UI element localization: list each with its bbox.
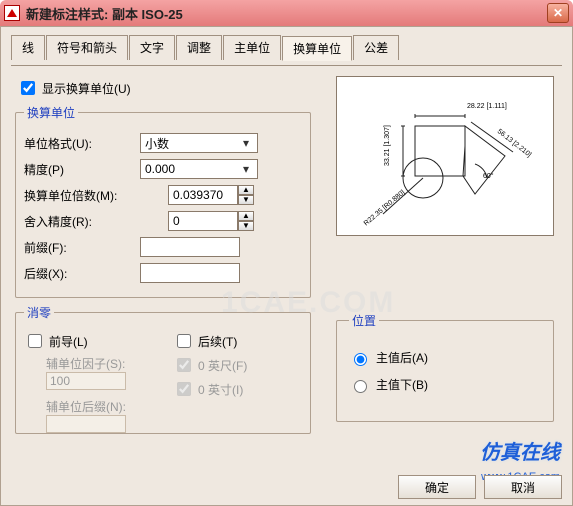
multiplier-row: 换算单位倍数(M): ▲▼	[24, 185, 302, 205]
show-alt-units-label: 显示换算单位(U)	[42, 80, 131, 97]
prefix-label: 前缀(F):	[24, 239, 134, 256]
unit-format-label: 单位格式(U):	[24, 135, 134, 152]
group-alt-units: 换算单位 单位格式(U): 小数 ▾ 精度(P) 0.000 ▾	[15, 104, 311, 298]
unit-format-row: 单位格式(U): 小数 ▾	[24, 133, 302, 153]
title: 新建标注样式: 副本 ISO-25	[26, 4, 183, 23]
subsuffix-label: 辅单位后缀(N):	[46, 398, 153, 415]
position-below-label: 主值下(B)	[376, 376, 428, 393]
footer-buttons: 确定 取消	[398, 475, 562, 499]
chevron-down-icon: ▾	[239, 162, 253, 176]
unit-format-select[interactable]: 小数 ▾	[140, 133, 258, 153]
group-alt-units-legend: 换算单位	[24, 104, 78, 121]
position-below-radio[interactable]	[354, 380, 367, 393]
subfactor-label: 辅单位因子(S):	[46, 355, 153, 372]
precision-row: 精度(P) 0.000 ▾	[24, 159, 302, 179]
inches-row: 0 英寸(I)	[173, 379, 302, 399]
multiplier-input[interactable]	[168, 185, 238, 205]
tab-text[interactable]: 文字	[129, 35, 175, 60]
inches-checkbox	[177, 382, 191, 396]
trailing-row: 后续(T)	[173, 331, 302, 351]
unit-format-value: 小数	[145, 135, 169, 152]
preview-pane: 28.22 [1.111] 33.21 [1.307] 56.13 [2.210…	[336, 76, 554, 236]
leading-checkbox[interactable]	[28, 334, 42, 348]
suffix-label: 后缀(X):	[24, 265, 134, 282]
subsuffix-row: 辅单位后缀(N):	[46, 398, 153, 433]
cancel-button[interactable]: 取消	[484, 475, 562, 499]
round-spinner[interactable]: ▲▼	[238, 211, 254, 231]
feet-checkbox	[177, 358, 191, 372]
precision-select[interactable]: 0.000 ▾	[140, 159, 258, 179]
group-position-legend: 位置	[349, 312, 379, 329]
titlebar: 新建标注样式: 副本 ISO-25 ✕	[0, 0, 573, 26]
round-row: 舍入精度(R): ▲▼	[24, 211, 302, 231]
suffix-input[interactable]	[140, 263, 240, 283]
precision-value: 0.000	[145, 162, 175, 176]
multiplier-spinner[interactable]: ▲▼	[238, 185, 254, 205]
tab-tolerance[interactable]: 公差	[353, 35, 399, 60]
subsuffix-input	[46, 415, 126, 433]
preview-left-dim: 33.21 [1.307]	[384, 125, 391, 166]
tab-fit[interactable]: 调整	[176, 35, 222, 60]
show-alt-units-checkbox[interactable]	[21, 81, 35, 95]
suffix-row: 后缀(X):	[24, 263, 302, 283]
round-input[interactable]	[168, 211, 238, 231]
leading-row: 前导(L)	[24, 331, 153, 351]
round-label: 舍入精度(R):	[24, 213, 134, 230]
prefix-input[interactable]	[140, 237, 240, 257]
preview-radius: R22.35 [R0.880]	[363, 189, 407, 226]
subfactor-row: 辅单位因子(S):	[46, 355, 153, 390]
multiplier-label: 换算单位倍数(M):	[24, 187, 134, 204]
leading-label: 前导(L)	[49, 333, 88, 350]
position-below-row: 主值下(B)	[349, 376, 541, 393]
tab-alt-units[interactable]: 换算单位	[282, 36, 352, 61]
tab-symbols[interactable]: 符号和箭头	[46, 35, 128, 60]
app-icon	[4, 5, 20, 21]
precision-label: 精度(P)	[24, 161, 134, 178]
left-column: 换算单位 单位格式(U): 小数 ▾ 精度(P) 0.000 ▾	[11, 104, 311, 434]
group-position: 位置 主值后(A) 主值下(B)	[336, 312, 554, 422]
preview-drawing: 28.22 [1.111] 33.21 [1.307] 56.13 [2.210…	[345, 86, 545, 226]
tab-lines[interactable]: 线	[11, 35, 45, 60]
ok-button[interactable]: 确定	[398, 475, 476, 499]
tab-primary-units[interactable]: 主单位	[223, 35, 281, 60]
prefix-row: 前缀(F):	[24, 237, 302, 257]
position-after-row: 主值后(A)	[349, 349, 541, 366]
feet-row: 0 英尺(F)	[173, 355, 302, 375]
position-after-label: 主值后(A)	[376, 349, 428, 366]
dialog-body: 线 符号和箭头 文字 调整 主单位 换算单位 公差 显示换算单位(U)	[0, 26, 573, 506]
watermark-logo: 仿真在线	[480, 436, 560, 465]
group-zero: 消零 前导(L) 辅单位因子(S): 辅单位后缀(N):	[15, 304, 311, 434]
trailing-label: 后续(T)	[198, 333, 237, 350]
chevron-down-icon: ▾	[239, 136, 253, 150]
preview-angle: 60°	[483, 172, 494, 180]
group-zero-legend: 消零	[24, 304, 54, 321]
close-button[interactable]: ✕	[547, 3, 569, 23]
subfactor-input	[46, 372, 126, 390]
inches-label: 0 英寸(I)	[198, 381, 243, 398]
tabs: 线 符号和箭头 文字 调整 主单位 换算单位 公差	[11, 35, 562, 60]
tab-content: 显示换算单位(U) 28.22 [1.111]	[11, 65, 562, 445]
trailing-checkbox[interactable]	[177, 334, 191, 348]
feet-label: 0 英尺(F)	[198, 357, 247, 374]
preview-top-dim: 28.22 [1.111]	[467, 103, 507, 110]
position-after-radio[interactable]	[354, 353, 367, 366]
